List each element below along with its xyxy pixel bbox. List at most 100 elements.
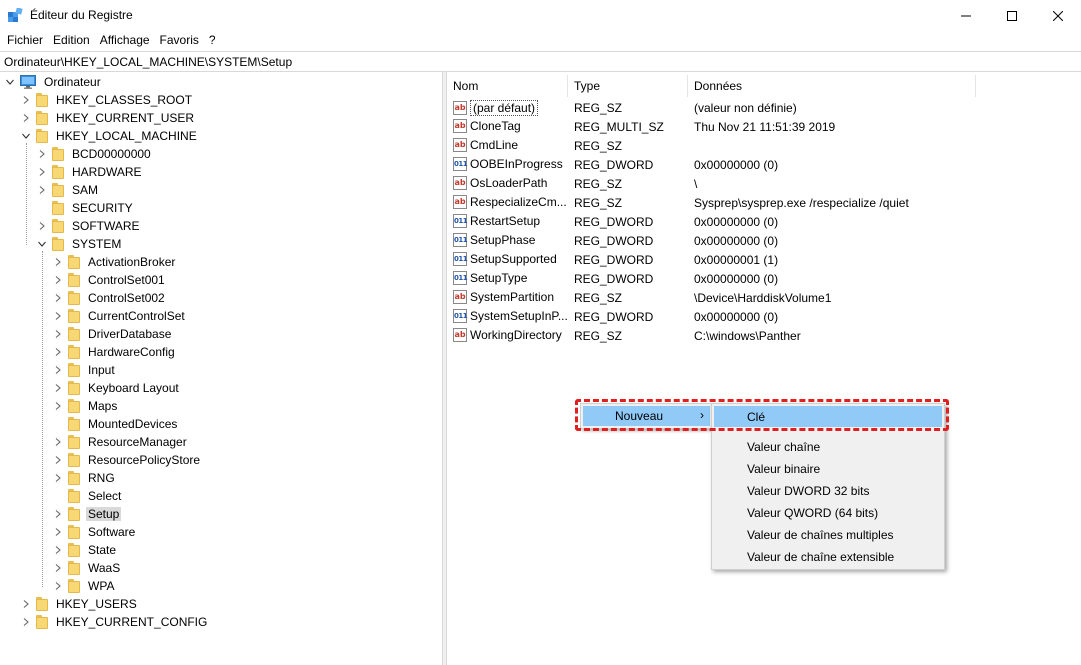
chevron-right-icon[interactable] — [52, 346, 64, 358]
tree-item[interactable]: BCD00000000 — [36, 145, 153, 163]
close-button[interactable] — [1035, 0, 1081, 31]
chevron-down-icon[interactable] — [20, 130, 32, 142]
chevron-right-icon[interactable] — [52, 310, 64, 322]
tree-item[interactable]: HKEY_LOCAL_MACHINE — [20, 127, 199, 145]
value-name: CloneTag — [470, 119, 521, 133]
address-bar[interactable]: Ordinateur\HKEY_LOCAL_MACHINE\SYSTEM\Set… — [0, 51, 1081, 72]
chevron-right-icon[interactable] — [52, 364, 64, 376]
submenu-item[interactable]: Valeur de chaînes multiples — [714, 524, 942, 545]
submenu-item[interactable]: Clé — [714, 406, 942, 427]
value-row[interactable]: ab SystemPartition REG_SZ \Device\HarddiskV… — [447, 288, 1081, 307]
chevron-right-icon[interactable] — [52, 256, 64, 268]
tree-item[interactable]: HKEY_CURRENT_CONFIG — [20, 613, 209, 631]
value-row[interactable]: ab (par défaut) REG_SZ (valeur non définie) — [447, 98, 1081, 117]
chevron-right-icon[interactable] — [20, 598, 32, 610]
submenu-item[interactable]: Valeur de chaîne extensible — [714, 546, 942, 567]
chevron-right-icon[interactable] — [52, 292, 64, 304]
tree-item[interactable]: ResourceManager — [52, 433, 189, 451]
submenu-item[interactable]: Valeur DWORD 32 bits — [714, 480, 942, 501]
value-row[interactable]: ab CloneTag REG_MULTI_SZ Thu Nov 21 11:51:3… — [447, 117, 1081, 136]
tree-item[interactable]: HARDWARE — [36, 163, 144, 181]
chevron-right-icon[interactable] — [52, 454, 64, 466]
menu-item-nouveau[interactable]: Nouveau › — [583, 406, 710, 426]
tree-item[interactable]: Maps — [52, 397, 119, 415]
menu-affichage[interactable]: Affichage — [95, 31, 155, 51]
tree-item[interactable]: HKEY_USERS — [20, 595, 139, 613]
chevron-right-icon[interactable] — [52, 472, 64, 484]
submenu-item[interactable]: Valeur QWORD (64 bits) — [714, 502, 942, 523]
value-row[interactable]: 011 SetupPhase REG_DWORD 0x00000000 (0) — [447, 231, 1081, 250]
menu-fichier[interactable]: Fichier — [2, 31, 48, 51]
chevron-right-icon[interactable] — [36, 148, 48, 160]
tree-item[interactable]: MountedDevices — [52, 415, 179, 433]
chevron-right-icon[interactable] — [36, 184, 48, 196]
chevron-down-icon[interactable] — [4, 76, 16, 88]
value-row[interactable]: ab CmdLine REG_SZ — [447, 136, 1081, 155]
chevron-right-icon[interactable] — [20, 616, 32, 628]
chevron-right-icon[interactable] — [20, 112, 32, 124]
value-row[interactable]: ab RespecializeCm... REG_SZ Sysprep\sysprep… — [447, 193, 1081, 212]
column-header-data[interactable]: Données — [688, 75, 976, 97]
tree-item[interactable]: Keyboard Layout — [52, 379, 181, 397]
tree-item[interactable]: Select — [52, 487, 123, 505]
value-row[interactable]: 011 RestartSetup REG_DWORD 0x00000000 (0) — [447, 212, 1081, 231]
column-header-name[interactable]: Nom — [447, 75, 568, 97]
value-data: \Device\HarddiskVolume1 — [694, 291, 832, 305]
chevron-right-icon[interactable] — [52, 400, 64, 412]
folder-icon — [36, 111, 48, 125]
value-row[interactable]: 011 SetupSupported REG_DWORD 0x00000001 (1) — [447, 250, 1081, 269]
registry-editor-icon — [8, 8, 23, 22]
chevron-right-icon[interactable] — [52, 544, 64, 556]
chevron-right-icon[interactable] — [52, 526, 64, 538]
menu-favoris[interactable]: Favoris — [155, 31, 204, 51]
tree-item[interactable]: State — [52, 541, 118, 559]
tree-item[interactable]: Software — [52, 523, 137, 541]
tree-item[interactable]: HardwareConfig — [52, 343, 177, 361]
tree-item[interactable]: Setup — [52, 505, 122, 523]
tree-item[interactable]: Ordinateur — [4, 73, 103, 91]
tree-item[interactable]: HKEY_CLASSES_ROOT — [20, 91, 194, 109]
chevron-right-icon[interactable] — [52, 382, 64, 394]
menu-help[interactable]: ? — [204, 31, 221, 51]
tree-item[interactable]: WPA — [52, 577, 116, 595]
maximize-button[interactable] — [989, 0, 1035, 31]
tree-item[interactable]: SYSTEM — [36, 235, 123, 253]
tree-item[interactable]: CurrentControlSet — [52, 307, 187, 325]
tree-item[interactable]: SAM — [36, 181, 100, 199]
submenu-item[interactable]: Valeur chaîne — [714, 436, 942, 457]
chevron-right-icon[interactable] — [52, 328, 64, 340]
chevron-right-icon[interactable] — [52, 436, 64, 448]
value-row[interactable]: 011 OOBEInProgress REG_DWORD 0x00000000 (0) — [447, 155, 1081, 174]
value-data: Sysprep\sysprep.exe /respecialize /quiet — [694, 196, 909, 210]
tree-item[interactable]: Input — [52, 361, 117, 379]
tree-item[interactable]: ControlSet001 — [52, 271, 167, 289]
tree-item[interactable]: SOFTWARE — [36, 217, 142, 235]
chevron-right-icon[interactable] — [52, 562, 64, 574]
minimize-button[interactable] — [943, 0, 989, 31]
tree-item[interactable]: WaaS — [52, 559, 122, 577]
chevron-right-icon[interactable] — [52, 508, 64, 520]
chevron-right-icon[interactable] — [20, 94, 32, 106]
value-row[interactable]: 011 SystemSetupInP... REG_DWORD 0x00000000 … — [447, 307, 1081, 326]
tree-item[interactable]: ControlSet002 — [52, 289, 167, 307]
tree-item[interactable]: HKEY_CURRENT_USER — [20, 109, 196, 127]
value-row[interactable]: ab OsLoaderPath REG_SZ \ — [447, 174, 1081, 193]
chevron-down-icon[interactable] — [36, 238, 48, 250]
submenu-item[interactable]: Valeur binaire — [714, 458, 942, 479]
value-name: SetupPhase — [470, 233, 536, 247]
tree-item[interactable]: ResourcePolicyStore — [52, 451, 202, 469]
chevron-right-icon[interactable] — [36, 220, 48, 232]
tree-item[interactable]: SECURITY — [36, 199, 135, 217]
folder-icon — [68, 363, 80, 377]
tree-item[interactable]: ActivationBroker — [52, 253, 177, 271]
chevron-right-icon[interactable] — [36, 166, 48, 178]
tree-item[interactable]: DriverDatabase — [52, 325, 173, 343]
value-row[interactable]: 011 SetupType REG_DWORD 0x00000000 (0) — [447, 269, 1081, 288]
chevron-right-icon[interactable] — [52, 274, 64, 286]
column-header-type[interactable]: Type — [568, 75, 688, 97]
chevron-right-icon[interactable] — [52, 580, 64, 592]
tree-item[interactable]: RNG — [52, 469, 117, 487]
folder-icon — [68, 543, 80, 557]
menu-edition[interactable]: Edition — [48, 31, 95, 51]
value-row[interactable]: ab WorkingDirectory REG_SZ C:\windows\Panth… — [447, 326, 1081, 345]
